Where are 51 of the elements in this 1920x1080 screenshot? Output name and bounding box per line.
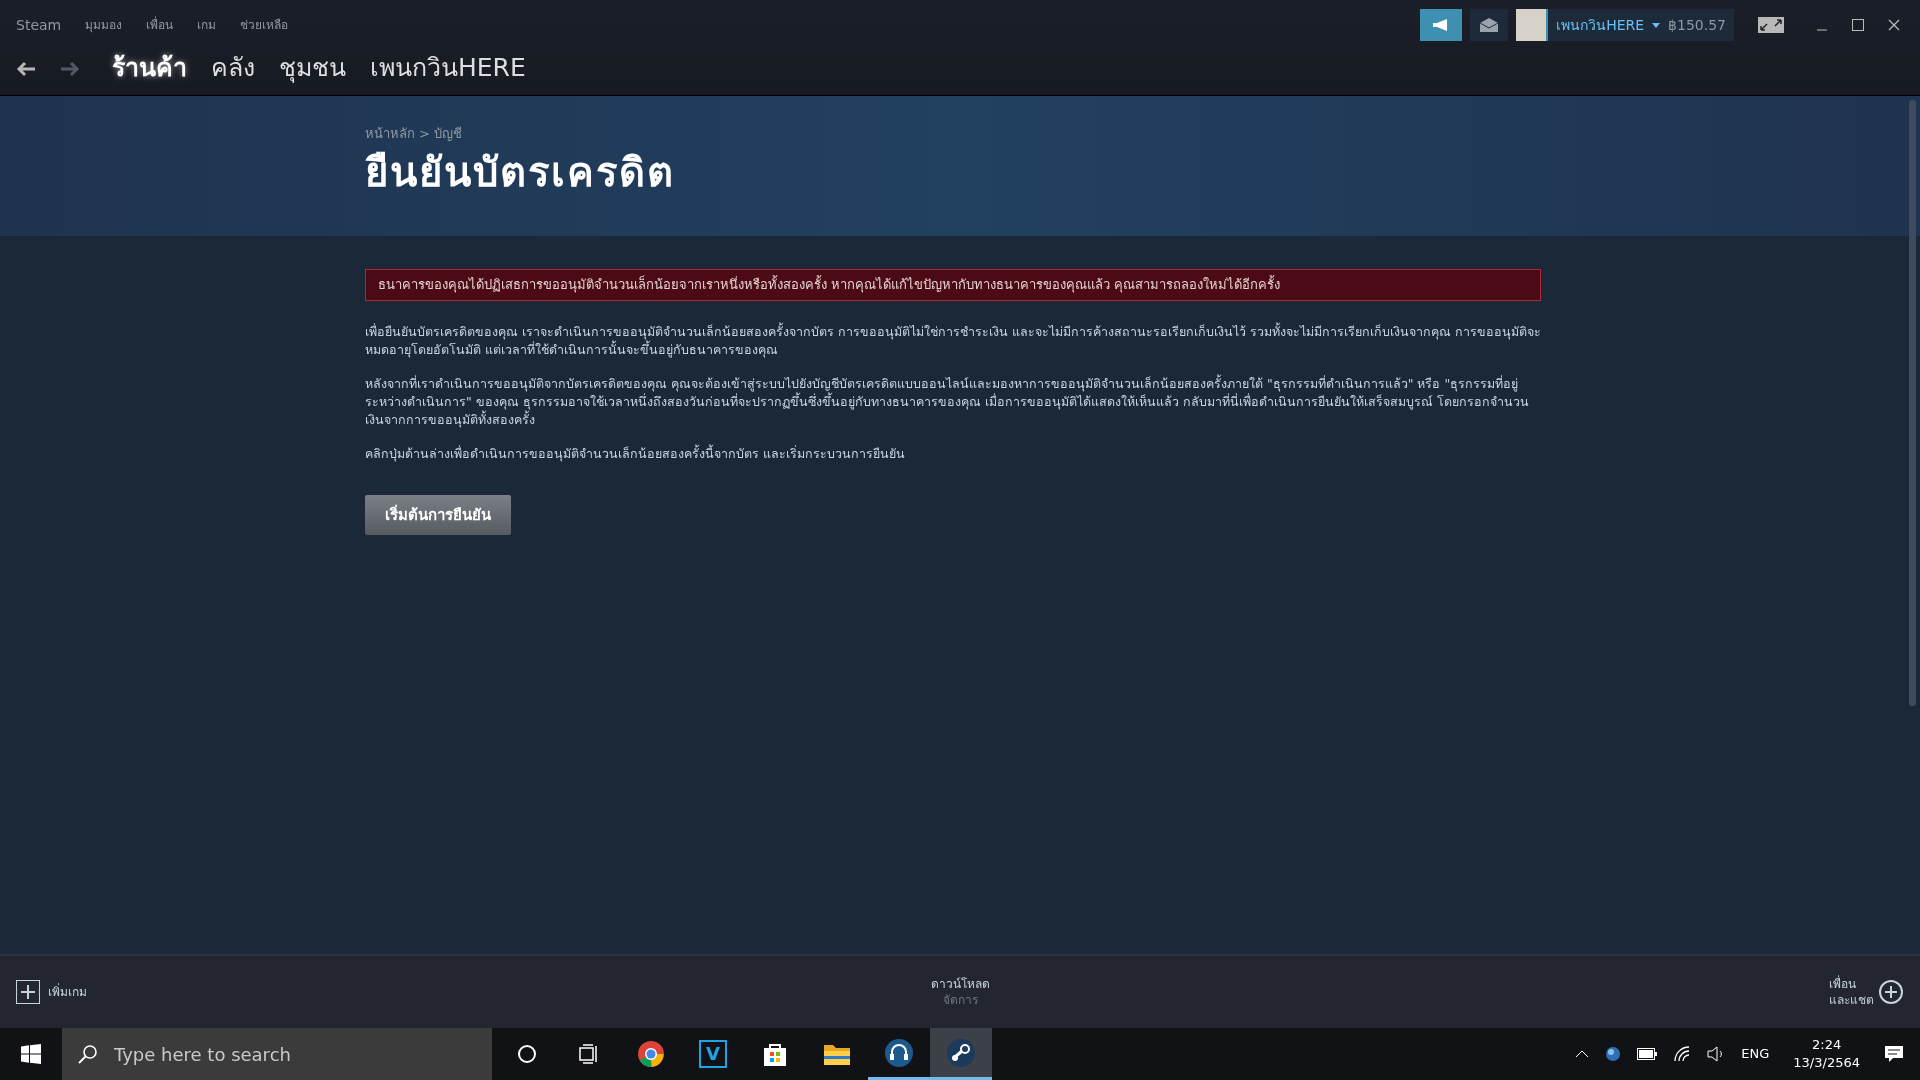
scrollbar-thumb[interactable] (1909, 100, 1916, 706)
nav-tab[interactable]: เพนกวินHERE (370, 49, 526, 87)
language-indicator[interactable]: ENG (1741, 1044, 1770, 1064)
wifi-icon[interactable] (1673, 1046, 1692, 1062)
taskbar-app-button[interactable]: V (682, 1028, 744, 1080)
nav-tab[interactable]: คลัง (211, 49, 255, 87)
breadcrumb-separator: > (419, 125, 430, 143)
menu-item[interactable]: เกม (197, 16, 217, 34)
folder-icon[interactable] (823, 1042, 851, 1066)
add-game-link[interactable]: เพิ่มเกม (48, 983, 87, 1001)
page-title: ยืนยันบัตรเครดิต (365, 147, 676, 196)
search-icon (78, 1044, 98, 1064)
start-verification-button[interactable]: เริ่มต้นการยืนยัน (365, 494, 511, 535)
add-chat-icon[interactable] (1878, 979, 1904, 1005)
downloads-status: จัดการ (941, 992, 979, 1008)
chrome-icon[interactable] (637, 1040, 665, 1068)
downloads-link[interactable]: ดาวน์โหลด (316, 976, 1604, 992)
notification-icon[interactable] (1884, 1045, 1904, 1063)
taskbar-search-field[interactable]: Type here to search (62, 1028, 492, 1080)
breadcrumb-link[interactable]: บัญชี (433, 124, 462, 144)
announcements-button[interactable] (1420, 9, 1463, 41)
circle-icon[interactable] (517, 1044, 537, 1064)
plus-icon[interactable] (16, 980, 40, 1004)
clock[interactable]: 2:24 13/3/2564 (1793, 1036, 1860, 1072)
envelope-icon (1480, 18, 1499, 32)
account-name[interactable]: เพนกวินHERE (1548, 14, 1653, 36)
battery-icon[interactable] (1637, 1048, 1658, 1060)
notifications-button[interactable] (1470, 9, 1509, 41)
globe-icon[interactable] (1605, 1046, 1622, 1062)
maximize-icon[interactable] (1852, 19, 1864, 31)
menu-item[interactable]: ช่วยเหลือ (240, 16, 289, 34)
friends-chat-link[interactable]: เพื่อน และแชต (1829, 976, 1874, 1008)
chevron-up-icon[interactable] (1575, 1050, 1590, 1058)
paragraph: หลังจากที่เราดำเนินการขออนุมัติจากบัตรเครดิตของคุณ คุณจะต้องเข้าสู่ระบบไปยังบัญชีบัตรเครดิตแบบออนไลน์และมองหาการขออนุมัติจำนวนเล็กน้อยสองครั้งภายใต้ "ธุรกรรมที่ดำเนินการแล้ว" หรือ "ธุรกรรมที่อยู่ระหว่างดำเนินการ" ของคุณ ธุรกรรมอาจใช้เวลาหนึ่งถึงสองวันก่อนที่จะปรากฏขึ้นซึ่งขึ้นอยู่กับทางธนาคารของคุณ เมื่อการขออนุมัติได้แสดงให้เห็นแล้ว กลับมาที่นี่เพื่อดำเนินการยืนยันให้เสร็จสมบูรณ์ โดยกรอกจำนวนเงินจากการขออนุมัติทั้งสองครั้ง (365, 374, 1530, 429)
nav-tab[interactable]: ร้านค้า (112, 49, 187, 87)
avatar-icon[interactable] (1516, 9, 1549, 41)
close-icon[interactable] (1888, 19, 1900, 31)
windows-logo-icon (21, 1044, 41, 1064)
caret-icon (1652, 22, 1661, 28)
nav-tab[interactable]: ชุมชน (279, 49, 346, 87)
wallet-balance: ฿150.57 (1667, 15, 1727, 35)
menu-item[interactable]: เพื่อน (146, 16, 174, 34)
menu-item[interactable]: Steam (16, 14, 62, 36)
paragraph: คลิกปุ่มด้านล่างเพื่อดำเนินการขออนุมัติจำนวนเล็กน้อยสองครั้งนี้จากบัตร และเริ่มกระบวนการยืนยัน (365, 444, 906, 463)
breadcrumb-link[interactable]: หน้าหลัก (365, 124, 415, 144)
error-message: ธนาคารของคุณได้ปฏิเสธการขออนุมัติจำนวนเล็กน้อยจากเราหนึ่งหรือทั้งสองครั้ง หากคุณได้แก้ไขปัญหากับทางธนาคารของคุณแล้ว คุณสามารถลองใหม่ได้อีกครั้ง (365, 269, 1541, 301)
task-view-icon[interactable] (579, 1044, 599, 1064)
menu-item[interactable]: มุมมอง (85, 16, 123, 34)
headset-icon[interactable] (884, 1037, 914, 1068)
paragraph: เพื่อยืนยันบัตรเครดิตของคุณ เราจะดำเนินการขออนุมัติจำนวนเล็กน้อยสองครั้งจากบัตร การขออนุมัติไม่ใช่การชำระเงิน และจะไม่มีการค้างสถานะรอเรียกเก็บเงินไว้ รวมทั้งจะไม่มีการเรียกเก็บเงินจากคุณ การขออนุมัติจะหมดอายุโดยอัตโนมัติ แต่เวลาที่ใช้ดำเนินการนั้นจะขึ้นอยู่กับธนาคารของคุณ (365, 322, 1541, 359)
big-picture-icon[interactable] (1758, 17, 1784, 33)
